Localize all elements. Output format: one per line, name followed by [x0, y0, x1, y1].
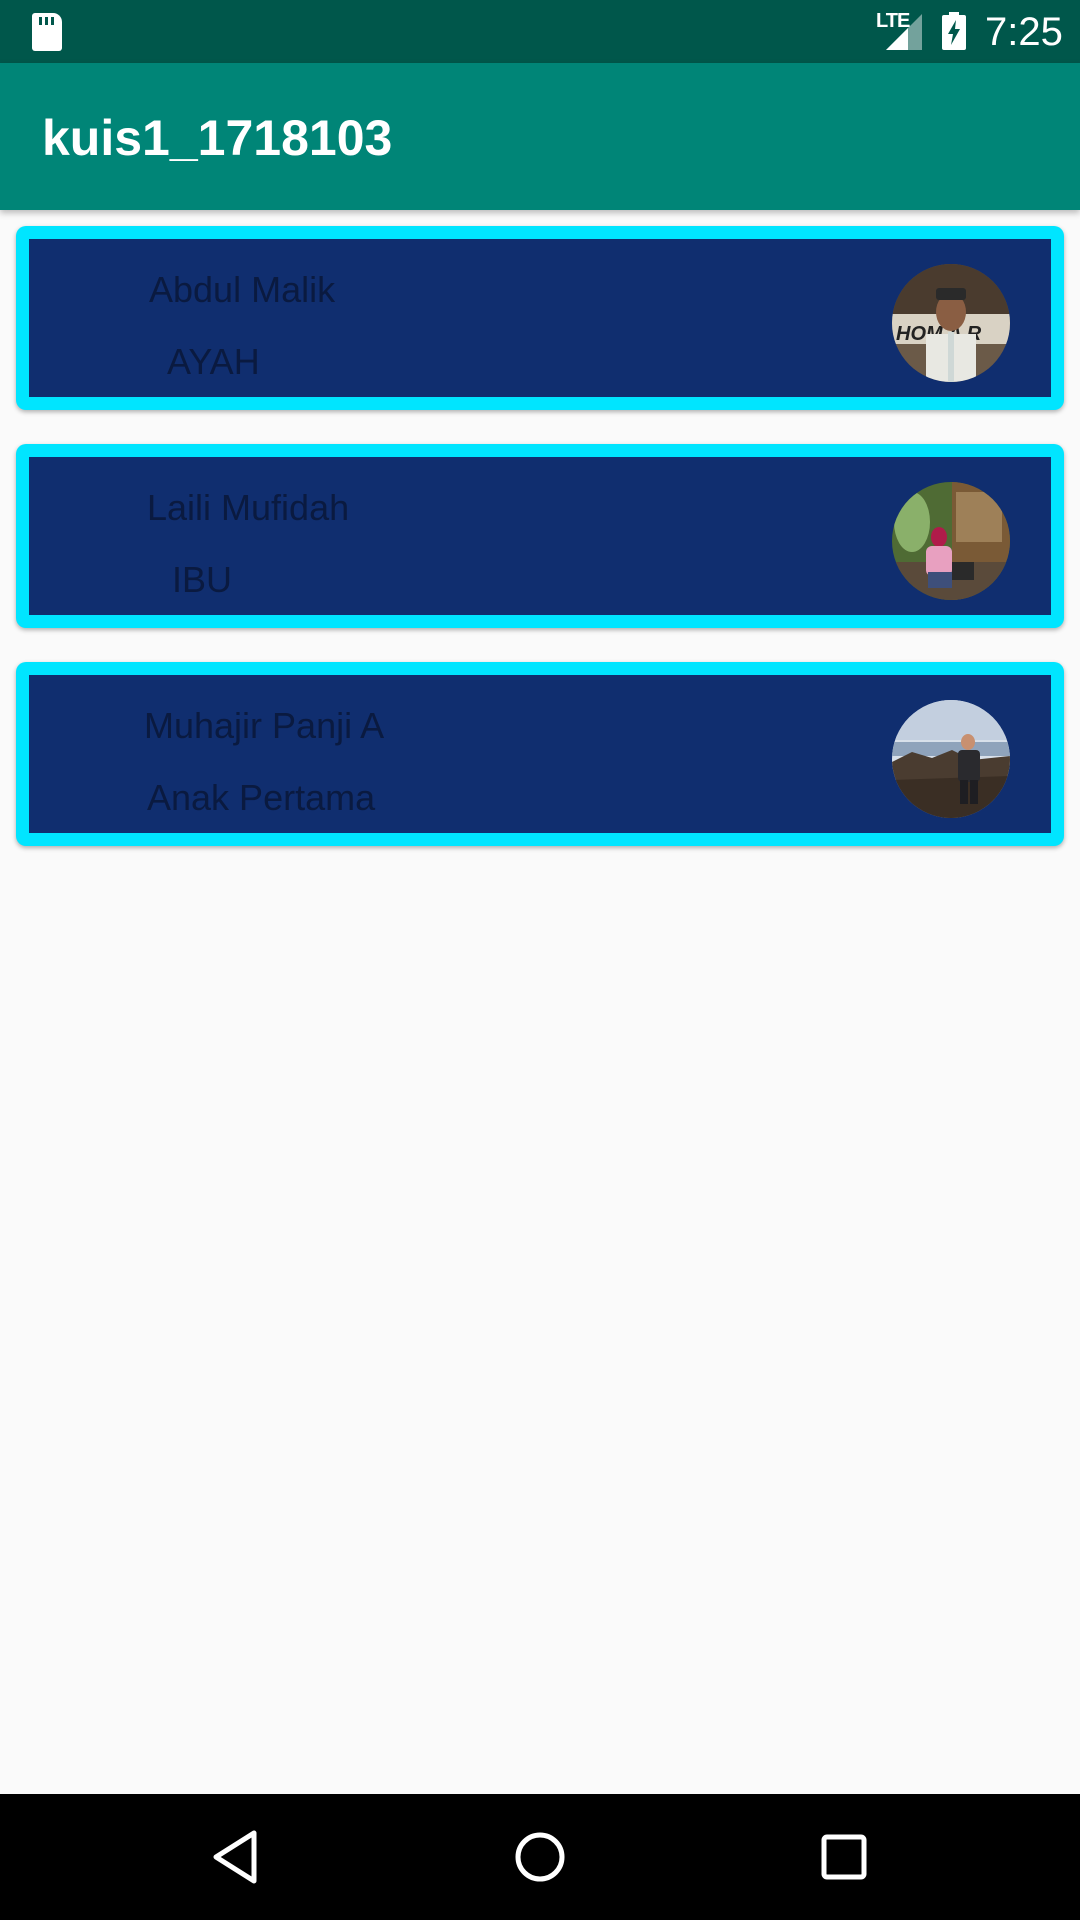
home-icon — [515, 1832, 565, 1882]
recents-button[interactable] — [814, 1827, 874, 1887]
avatar — [892, 482, 1010, 600]
signal-icon — [886, 14, 922, 50]
list-item-muhajir-panji-a[interactable]: Muhajir Panji A Anak Pertama — [16, 662, 1064, 846]
home-button[interactable] — [510, 1827, 570, 1887]
clock: 7:25 — [985, 10, 1063, 54]
card-body: Abdul Malik AYAH HOM A R — [29, 239, 1051, 397]
battery-charging-icon — [942, 12, 966, 50]
member-name: Laili Mufidah — [147, 487, 350, 528]
back-button[interactable] — [206, 1827, 266, 1887]
photo-avatar-icon: HOM A R — [892, 264, 1010, 382]
list-item-abdul-malik[interactable]: Abdul Malik AYAH HOM A R — [16, 226, 1064, 410]
photo-avatar-icon — [892, 482, 1010, 600]
member-role: AYAH — [167, 341, 260, 382]
member-name: Abdul Malik — [149, 269, 336, 310]
card-body: Laili Mufidah IBU — [29, 457, 1051, 615]
navigation-bar — [0, 1794, 1080, 1920]
card-body: Muhajir Panji A Anak Pertama — [29, 675, 1051, 833]
app-bar: kuis1_1718103 — [0, 63, 1080, 210]
app-title: kuis1_1718103 — [42, 110, 393, 166]
member-name: Muhajir Panji A — [144, 705, 385, 746]
sd-card-icon — [32, 13, 62, 51]
back-icon — [213, 1830, 257, 1884]
list-item-laili-mufidah[interactable]: Laili Mufidah IBU — [16, 444, 1064, 628]
member-role: IBU — [172, 559, 233, 600]
avatar: HOM A R — [892, 264, 1010, 382]
photo-avatar-icon — [892, 700, 1010, 818]
status-bar: LTE 7:25 — [0, 0, 1080, 63]
avatar — [892, 700, 1010, 818]
recents-icon — [821, 1834, 867, 1880]
member-role: Anak Pertama — [147, 777, 376, 818]
